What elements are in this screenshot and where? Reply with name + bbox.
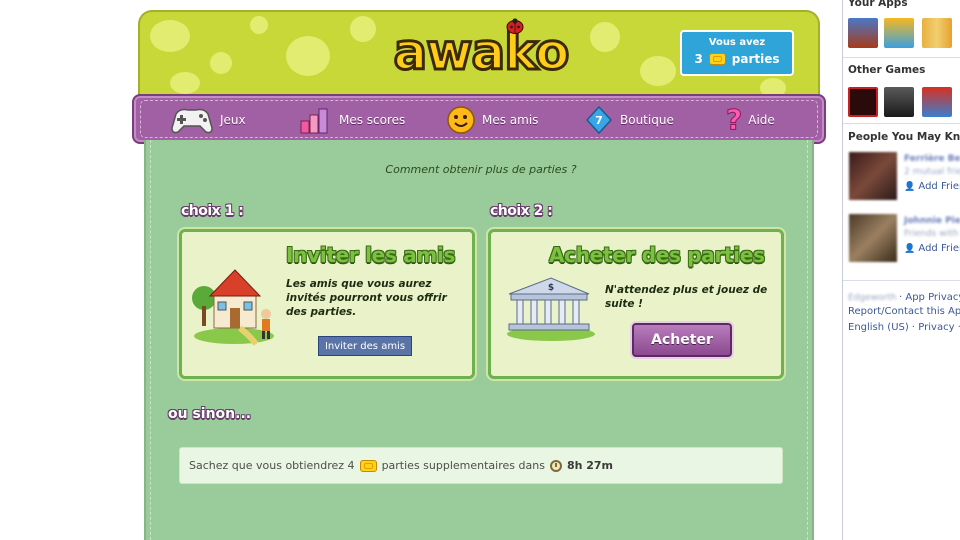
- person-avatar[interactable]: [849, 152, 897, 200]
- invite-friends-button[interactable]: Inviter des amis: [318, 336, 412, 356]
- ou-sinon-label: ou sinon...: [168, 406, 252, 422]
- add-friend-link[interactable]: 👤 Add Frien: [904, 243, 960, 254]
- question-text: Comment obtenir plus de parties ?: [385, 163, 577, 176]
- header-decoration: [590, 22, 620, 52]
- header-decoration: [210, 52, 232, 74]
- header-decoration: [150, 20, 190, 52]
- divider: [843, 280, 960, 281]
- person-name[interactable]: Johnnie Pie: [904, 216, 960, 226]
- nav-label-boutique: Boutique: [620, 113, 674, 127]
- people-heading: People You May Know: [848, 131, 960, 143]
- info-time: 8h 27m: [566, 459, 614, 472]
- clock-icon: [549, 459, 562, 472]
- games-counter: Vous avez 3 parties: [680, 30, 794, 76]
- nav-label-aide: Aide: [748, 113, 775, 127]
- your-apps-heading: Your Apps: [848, 0, 908, 9]
- question-mark-icon: ?: [725, 103, 743, 136]
- add-friend-icon: 👤: [904, 182, 916, 192]
- header-decoration: [640, 56, 676, 86]
- buy-card-text: N'attendez plus et jouez de suite !: [605, 284, 768, 310]
- counter-count: 3: [694, 52, 703, 66]
- person-avatar[interactable]: [849, 214, 897, 262]
- nav-item-jeux[interactable]: Jeux: [170, 100, 246, 140]
- invite-card-title: Inviter les amis: [286, 243, 456, 267]
- bar-chart-icon: [300, 108, 328, 134]
- header-decoration: [170, 72, 200, 94]
- app-thumbnail[interactable]: [884, 18, 914, 48]
- invite-card-text: Les amis que vous aurez invités pourront…: [286, 278, 447, 318]
- divider: [843, 57, 960, 58]
- add-friend-label: Add Frien: [918, 243, 960, 254]
- nav-item-boutique[interactable]: 7 Boutique: [584, 100, 674, 140]
- divider: [843, 123, 960, 124]
- ladybug-icon: [506, 18, 524, 34]
- coin-icon: [708, 53, 726, 65]
- nav-item-mes-scores[interactable]: Mes scores: [299, 100, 405, 140]
- coin-icon: [359, 459, 377, 472]
- house-icon: [192, 269, 274, 346]
- smiley-icon: [447, 106, 475, 134]
- page: awako Vous avez 3 parties Jeux Mes score…: [0, 0, 960, 540]
- nav-item-aide[interactable]: ? Aide: [725, 100, 775, 140]
- app-name-blurred: Edgeworth: [848, 293, 897, 303]
- nav-label-mes-scores: Mes scores: [339, 113, 406, 127]
- header-decoration: [286, 36, 330, 76]
- main-nav: Jeux Mes scores Mes amis 7 Boutique ? Ai…: [132, 94, 826, 144]
- add-friend-icon: 👤: [904, 244, 916, 254]
- buy-games-card: $ Acheter des parties N'attendez plus et…: [488, 229, 784, 379]
- app-thumbnail[interactable]: [848, 87, 878, 117]
- choix2-label: choix 2 :: [490, 203, 553, 219]
- buy-button[interactable]: Acheter: [632, 323, 732, 357]
- facebook-sidebar: Your Apps Other Games People You May Kno…: [842, 0, 960, 540]
- main-content: Comment obtenir plus de parties ? choix …: [144, 140, 814, 540]
- header-decoration: [350, 16, 376, 42]
- game-frame: awako Vous avez 3 parties Jeux Mes score…: [132, 10, 826, 540]
- other-games-heading: Other Games: [848, 64, 926, 76]
- nav-item-mes-amis[interactable]: Mes amis: [446, 100, 538, 140]
- nav-label-mes-amis: Mes amis: [482, 113, 539, 127]
- diamond-icon: 7: [585, 105, 613, 135]
- footer-links[interactable]: English (US) · Privacy · Te: [848, 322, 960, 333]
- app-thumbnail[interactable]: [922, 87, 952, 117]
- game-header: awako Vous avez 3 parties: [138, 10, 820, 102]
- buy-card-title: Acheter des parties: [549, 243, 765, 267]
- bonus-info-box: Sachez que vous obtiendrez 4 parties sup…: [179, 447, 783, 484]
- person-name[interactable]: Ferrière Be: [904, 154, 960, 164]
- add-friend-link[interactable]: 👤 Add Frien: [904, 181, 960, 192]
- info-prefix: Sachez que vous obtiendrez 4: [189, 459, 355, 472]
- app-privacy-link[interactable]: · App Privacy: [899, 292, 960, 303]
- app-thumbnail[interactable]: [848, 18, 878, 48]
- add-friend-label: Add Frien: [918, 181, 960, 192]
- counter-unit: parties: [731, 52, 780, 66]
- info-middle: parties supplementaires dans: [381, 459, 545, 472]
- app-thumbnail[interactable]: [922, 18, 952, 48]
- svg-text:7: 7: [595, 114, 603, 127]
- report-contact-link[interactable]: Report/Contact this App: [848, 306, 960, 317]
- app-thumbnail[interactable]: [884, 87, 914, 117]
- nav-label-jeux: Jeux: [220, 113, 246, 127]
- awako-logo[interactable]: awako: [388, 18, 574, 88]
- bank-icon: $: [507, 277, 595, 341]
- choix1-label: choix 1 :: [181, 203, 244, 219]
- invite-friends-card: Inviter les amis Les amis que vous aurez…: [179, 229, 475, 379]
- gamepad-icon: [171, 108, 213, 134]
- logo-text: awako: [392, 22, 571, 83]
- counter-label: Vous avez: [708, 37, 766, 48]
- person-subtext: 2 mutual frie: [904, 167, 960, 177]
- svg-text:$: $: [548, 283, 554, 293]
- person-subtext: Friends with: [904, 229, 959, 239]
- header-decoration: [250, 16, 268, 34]
